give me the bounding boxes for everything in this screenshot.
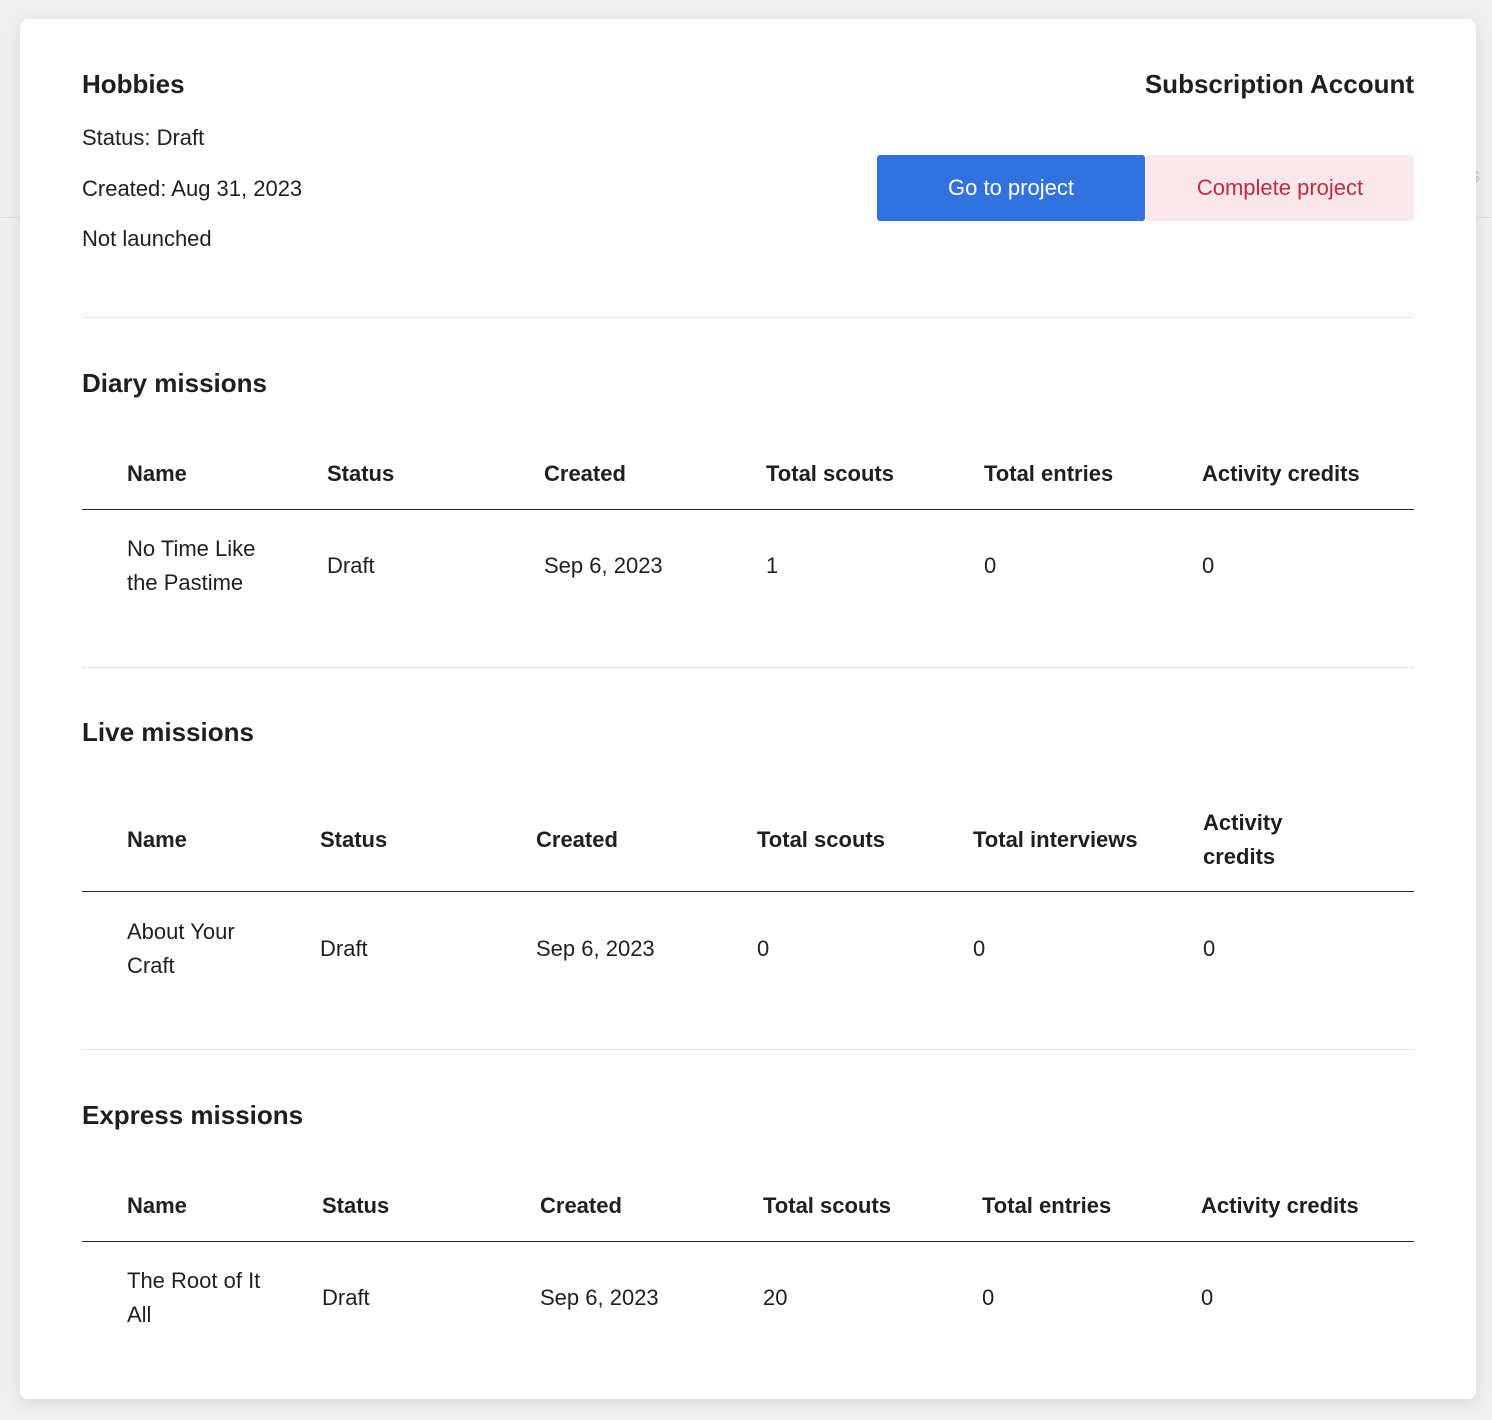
column-header-activity-credits: Activity credits	[1201, 1193, 1359, 1218]
diary-missions-title: Diary missions	[82, 368, 267, 398]
column-header-created: Created	[540, 1193, 622, 1218]
mission-total-entries: 0	[984, 553, 997, 578]
table-row[interactable]: The Root of It All Draft Sep 6, 2023 20 …	[82, 1242, 1414, 1354]
mission-total-scouts: 20	[763, 1285, 788, 1310]
section-divider	[82, 667, 1414, 668]
column-header-activity-credits: Activity credits	[1202, 461, 1360, 486]
column-header-status: Status	[327, 461, 395, 486]
mission-status: Draft	[320, 936, 368, 961]
project-launch-state: Not launched	[82, 226, 212, 251]
mission-status: Draft	[327, 553, 375, 578]
column-header-name: Name	[127, 1193, 187, 1218]
column-header-status: Status	[322, 1193, 390, 1218]
project-status: Status: Draft	[82, 125, 205, 150]
table-header: Name Status Created Total scouts Total e…	[82, 1171, 1414, 1242]
table-header: Name Status Created Total scouts Total i…	[82, 788, 1414, 892]
diary-missions-table: Name Status Created Total scouts Total e…	[82, 439, 1414, 622]
table-row[interactable]: About Your Craft Draft Sep 6, 2023 0 0 0	[82, 892, 1414, 1006]
mission-total-scouts: 0	[757, 936, 770, 961]
column-header-total-scouts: Total scouts	[757, 826, 885, 852]
complete-project-button[interactable]: Complete project	[1146, 155, 1414, 221]
column-header-total-entries: Total entries	[984, 461, 1114, 486]
column-header-created: Created	[544, 461, 626, 486]
go-to-project-button[interactable]: Go to project	[877, 155, 1145, 221]
project-title: Hobbies	[82, 69, 185, 99]
mission-total-scouts: 1	[766, 553, 779, 578]
column-header-total-scouts: Total scouts	[766, 461, 894, 486]
mission-status: Draft	[322, 1285, 370, 1310]
account-name: Subscription Account	[1144, 69, 1414, 99]
section-divider	[82, 1049, 1414, 1050]
column-header-total-entries: Total entries	[982, 1193, 1112, 1218]
mission-name: No Time Like the Pastime	[127, 536, 256, 595]
column-header-status: Status	[320, 826, 388, 852]
table-header: Name Status Created Total scouts Total e…	[82, 439, 1414, 510]
live-missions-title: Live missions	[82, 717, 254, 747]
express-missions-title: Express missions	[82, 1100, 304, 1130]
column-header-total-scouts: Total scouts	[763, 1193, 891, 1218]
mission-activity-credits: 0	[1203, 936, 1216, 961]
live-missions-table: Name Status Created Total scouts Total i…	[82, 788, 1414, 1006]
mission-activity-credits: 0	[1202, 553, 1215, 578]
mission-activity-credits: 0	[1201, 1285, 1214, 1310]
mission-created: Sep 6, 2023	[536, 936, 655, 961]
column-header-total-interviews: Total interviews	[973, 826, 1138, 852]
mission-name: The Root of It All	[127, 1268, 261, 1327]
mission-total-interviews: 0	[973, 936, 986, 961]
express-missions-table: Name Status Created Total scouts Total e…	[82, 1171, 1414, 1354]
project-details-modal: Hobbies Status: Draft Created: Aug 31, 2…	[20, 19, 1476, 1399]
project-created-date: Created: Aug 31, 2023	[82, 176, 303, 201]
mission-created: Sep 6, 2023	[544, 553, 663, 578]
mission-created: Sep 6, 2023	[540, 1285, 659, 1310]
section-divider	[82, 317, 1414, 318]
mission-total-entries: 0	[982, 1285, 995, 1310]
column-header-activity-credits: Activity credits	[1203, 809, 1283, 869]
mission-name: About Your Craft	[127, 919, 235, 978]
column-header-name: Name	[127, 826, 187, 852]
column-header-created: Created	[536, 826, 618, 852]
table-row[interactable]: No Time Like the Pastime Draft Sep 6, 20…	[82, 510, 1414, 622]
column-header-name: Name	[127, 461, 187, 486]
